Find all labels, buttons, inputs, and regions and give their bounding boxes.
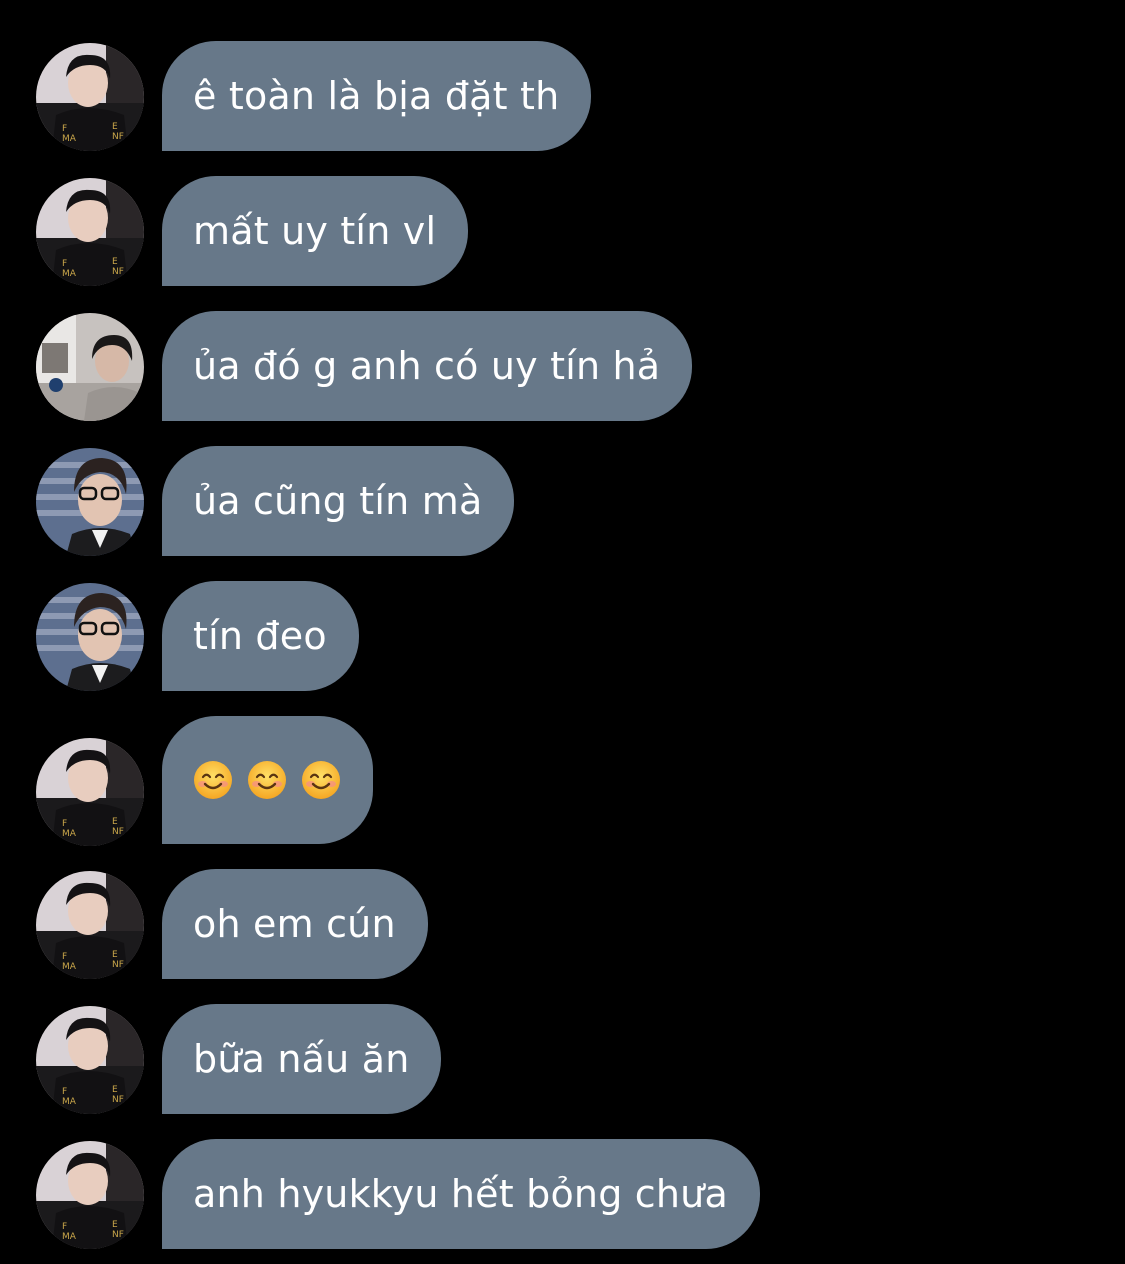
message-bubble[interactable]: bữa nấu ăn xyxy=(162,1004,442,1114)
avatar-a-image xyxy=(36,178,144,286)
avatar[interactable] xyxy=(36,871,144,979)
message-text: bữa nấu ăn xyxy=(193,1037,410,1081)
avatar-a-image xyxy=(36,1006,144,1114)
message-text: ê toàn là bịa đặt th xyxy=(193,74,560,118)
avatar-c-image xyxy=(36,583,144,691)
message-bubble[interactable]: tín đeo xyxy=(162,581,359,691)
avatar-b-image xyxy=(36,313,144,421)
message-text: tín đeo xyxy=(193,614,327,658)
avatar[interactable] xyxy=(36,448,144,556)
avatar[interactable] xyxy=(36,313,144,421)
avatar-a-image xyxy=(36,1141,144,1249)
avatar-c-image xyxy=(36,448,144,556)
avatar[interactable] xyxy=(36,178,144,286)
avatar-a-image xyxy=(36,738,144,846)
avatar[interactable] xyxy=(36,1141,144,1249)
avatar[interactable] xyxy=(36,583,144,691)
message-text: anh hyukkyu hết bỏng chưa xyxy=(193,1172,728,1216)
avatar[interactable] xyxy=(36,1006,144,1114)
message-bubble[interactable]: oh em cún xyxy=(162,869,428,979)
message-text: ủa cũng tín mà xyxy=(193,479,483,523)
emoji-group xyxy=(193,760,341,800)
message-text: oh em cún xyxy=(193,902,396,946)
message-text: ủa đó g anh có uy tín hả xyxy=(193,344,661,388)
message-text: mất uy tín vl xyxy=(193,209,437,253)
avatar-a-image xyxy=(36,871,144,979)
avatar[interactable] xyxy=(36,43,144,151)
message-bubble[interactable] xyxy=(162,716,373,844)
message-bubble[interactable]: mất uy tín vl xyxy=(162,176,469,286)
message-bubble[interactable]: ủa cũng tín mà xyxy=(162,446,515,556)
message-bubble[interactable]: ê toàn là bịa đặt th xyxy=(162,41,592,151)
smiling-face-icon xyxy=(301,760,341,800)
smiling-face-icon xyxy=(247,760,287,800)
avatar[interactable] xyxy=(36,738,144,846)
message-bubble[interactable]: anh hyukkyu hết bỏng chưa xyxy=(162,1139,760,1249)
avatar-a-image xyxy=(36,43,144,151)
smiling-face-icon xyxy=(193,760,233,800)
message-bubble[interactable]: ủa đó g anh có uy tín hả xyxy=(162,311,693,421)
